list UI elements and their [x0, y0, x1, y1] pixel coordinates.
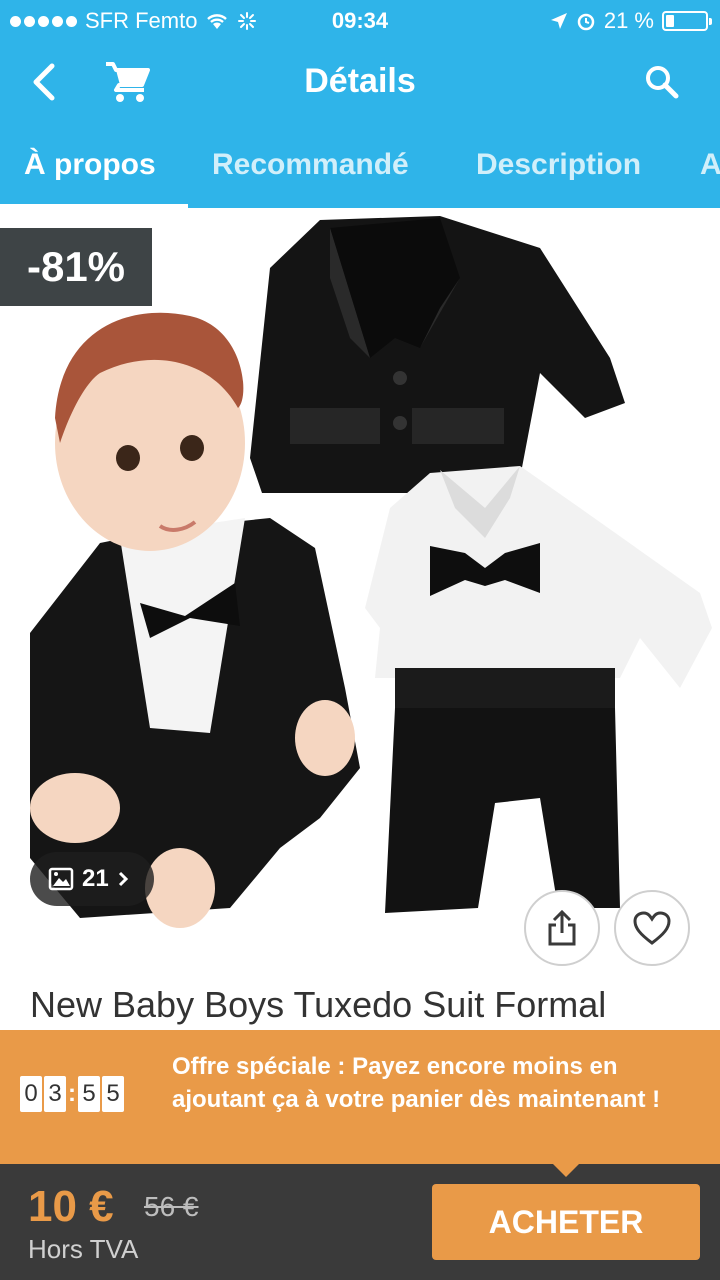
- current-price: 10 €: [28, 1182, 114, 1231]
- offer-pointer: [552, 1163, 580, 1177]
- countdown-timer: 0 3 : 5 5: [20, 1076, 124, 1112]
- tab-recommande[interactable]: Recommandé: [212, 148, 409, 182]
- search-icon[interactable]: [642, 62, 682, 102]
- share-icon: [548, 909, 576, 946]
- heart-icon: [633, 911, 671, 945]
- tax-note: Hors TVA: [28, 1234, 139, 1264]
- purchase-bar: 10 € 56 € Hors TVA ACHETER: [0, 1163, 720, 1280]
- romper-illustration: [365, 466, 712, 913]
- gallery-count-button[interactable]: 21: [30, 852, 154, 906]
- product-image-carousel[interactable]: -81% 21: [0, 208, 720, 980]
- status-bar: SFR Femto 09:34 21 %: [0, 0, 720, 40]
- favorite-button[interactable]: [614, 890, 690, 966]
- status-right: 21 %: [550, 8, 712, 34]
- buy-button[interactable]: ACHETER: [432, 1184, 700, 1260]
- location-arrow-icon: [550, 13, 567, 29]
- page-title: Détails: [304, 62, 416, 100]
- timer-separator: :: [68, 1080, 76, 1107]
- battery-percent: 21 %: [603, 8, 654, 33]
- timer-digit: 0: [20, 1076, 42, 1112]
- discount-badge: -81%: [0, 228, 152, 306]
- app-header: Détails: [0, 40, 720, 124]
- special-offer-banner[interactable]: 0 3 : 5 5 Offre spéciale : Payez encore …: [0, 1030, 720, 1164]
- share-button[interactable]: [524, 890, 600, 966]
- chevron-right-icon: [118, 871, 128, 887]
- battery-icon: [662, 11, 712, 31]
- product-title: New Baby Boys Tuxedo Suit Formal: [30, 984, 607, 1025]
- image-gallery-icon: [48, 867, 74, 891]
- timer-digit: 5: [78, 1076, 100, 1112]
- tab-more[interactable]: A: [700, 148, 720, 182]
- original-price: 56 €: [144, 1191, 199, 1222]
- timer-digit: 3: [44, 1076, 66, 1112]
- tab-a-propos[interactable]: À propos: [24, 148, 156, 182]
- offer-text: Offre spéciale : Payez encore moins en a…: [172, 1053, 661, 1113]
- jacket-illustration: [250, 216, 625, 493]
- alarm-icon: [577, 13, 595, 31]
- timer-digit: 5: [102, 1076, 124, 1112]
- tab-description[interactable]: Description: [476, 148, 641, 182]
- tab-bar: À propos Recommandé Description A: [0, 124, 720, 208]
- gallery-count: 21: [82, 865, 109, 892]
